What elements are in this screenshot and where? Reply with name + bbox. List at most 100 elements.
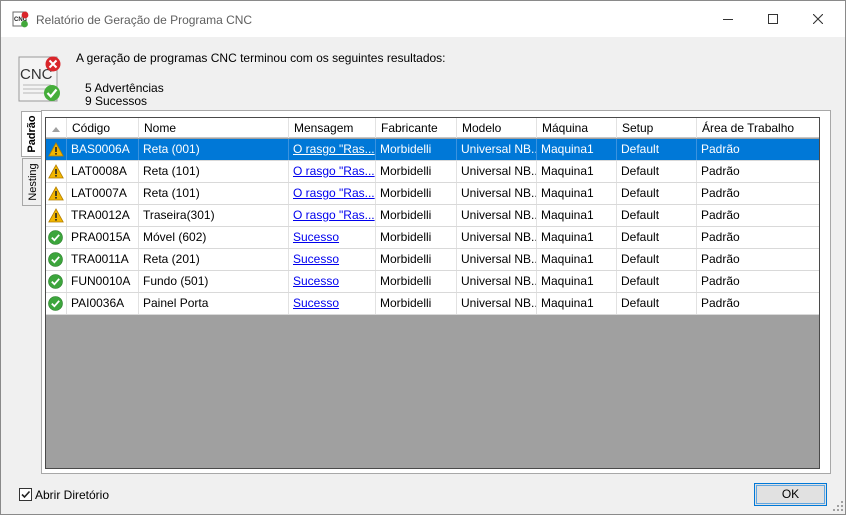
open-directory-label[interactable]: Abrir Diretório xyxy=(35,488,109,502)
minimize-icon xyxy=(723,19,733,20)
table-row[interactable]: LAT0008A Reta (101) O rasgo "Ras... Morbide… xyxy=(46,161,819,183)
cell-mensagem-link[interactable]: O rasgo "Ras... xyxy=(289,161,376,182)
sort-column-header[interactable] xyxy=(46,118,67,138)
message-link[interactable]: Sucesso xyxy=(293,230,339,244)
cell-maquina: Maquina1 xyxy=(537,183,617,204)
tab-padrao[interactable]: Padrão xyxy=(21,111,42,157)
column-header-fabricante[interactable]: Fabricante xyxy=(376,118,457,138)
grid-header: Código Nome Mensagem Fabricante Modelo M… xyxy=(46,118,819,138)
cell-mensagem-link[interactable]: Sucesso xyxy=(289,249,376,270)
cell-codigo: LAT0008A xyxy=(67,161,139,182)
cell-nome: Traseira(301) xyxy=(139,205,289,226)
title-bar[interactable]: CNC Relatório de Geração de Programa CNC xyxy=(1,1,845,37)
message-link[interactable]: Sucesso xyxy=(293,252,339,266)
column-header-nome[interactable]: Nome xyxy=(139,118,289,138)
cell-fabricante: Morbidelli xyxy=(376,161,457,182)
checkmark-icon xyxy=(21,490,31,499)
message-link[interactable]: O rasgo "Ras... xyxy=(293,208,375,222)
warnings-count: 5 Advertências xyxy=(85,81,164,95)
cell-maquina: Maquina1 xyxy=(537,293,617,314)
table-row[interactable]: PRA0015A Móvel (602) Sucesso Morbidelli Univ… xyxy=(46,227,819,249)
cell-fabricante: Morbidelli xyxy=(376,139,457,160)
cell-mensagem-link[interactable]: Sucesso xyxy=(289,293,376,314)
cnc-app-icon: CNC xyxy=(12,11,29,28)
cell-nome: Reta (101) xyxy=(139,183,289,204)
cell-fabricante: Morbidelli xyxy=(376,183,457,204)
ok-button[interactable]: OK xyxy=(754,483,827,506)
cell-mensagem-link[interactable]: Sucesso xyxy=(289,227,376,248)
close-icon xyxy=(813,14,823,24)
cell-setup: Default xyxy=(617,271,697,292)
maximize-icon xyxy=(768,14,778,24)
cell-setup: Default xyxy=(617,139,697,160)
cell-area: Padrão xyxy=(701,230,740,244)
column-header-area-de-trabalho[interactable]: Área de Trabalho xyxy=(697,118,819,138)
close-button[interactable] xyxy=(795,1,841,37)
cell-mensagem-link[interactable]: O rasgo "Ras... xyxy=(289,183,376,204)
column-header-maquina[interactable]: Máquina xyxy=(537,118,617,138)
window-title: Relatório de Geração de Programa CNC xyxy=(36,13,253,27)
cell-fabricante: Morbidelli xyxy=(376,227,457,248)
cell-setup: Default xyxy=(617,249,697,270)
message-link[interactable]: Sucesso xyxy=(293,274,339,288)
cell-area: Padrão xyxy=(701,142,740,156)
summary-text: A geração de programas CNC terminou com … xyxy=(76,51,446,65)
column-header-modelo[interactable]: Modelo xyxy=(457,118,537,138)
cell-setup: Default xyxy=(617,293,697,314)
warning-icon xyxy=(46,205,67,226)
cell-maquina: Maquina1 xyxy=(537,205,617,226)
cell-nome: Reta (001) xyxy=(139,139,289,160)
cell-nome: Painel Porta xyxy=(139,293,289,314)
report-window: CNC Relatório de Geração de Programa CNC… xyxy=(0,0,846,515)
table-row[interactable]: FUN0010A Fundo (501) Sucesso Morbidelli Univ… xyxy=(46,271,819,293)
cell-area: Padrão xyxy=(701,274,740,288)
cell-codigo: PRA0015A xyxy=(67,227,139,248)
cell-modelo: Universal NB... xyxy=(457,205,537,226)
message-link[interactable]: O rasgo "Ras... xyxy=(293,164,375,178)
column-header-codigo[interactable]: Código xyxy=(67,118,139,138)
cell-setup: Default xyxy=(617,205,697,226)
cell-setup: Default xyxy=(617,183,697,204)
cell-maquina: Maquina1 xyxy=(537,249,617,270)
minimize-button[interactable] xyxy=(705,1,751,37)
resize-grip-icon[interactable] xyxy=(833,501,844,512)
maximize-button[interactable] xyxy=(750,1,796,37)
cell-area: Padrão xyxy=(701,296,740,310)
table-row[interactable]: LAT0007A Reta (101) O rasgo "Ras... Morbide… xyxy=(46,183,819,205)
cell-fabricante: Morbidelli xyxy=(376,205,457,226)
cell-fabricante: Morbidelli xyxy=(376,293,457,314)
cell-area: Padrão xyxy=(701,208,740,222)
cell-area: Padrão xyxy=(701,252,740,266)
cell-codigo: BAS0006A xyxy=(67,139,139,160)
cell-nome: Reta (201) xyxy=(139,249,289,270)
cell-nome: Fundo (501) xyxy=(139,271,289,292)
column-header-mensagem[interactable]: Mensagem xyxy=(289,118,376,138)
warning-icon xyxy=(46,139,67,160)
success-icon xyxy=(46,227,67,248)
open-directory-checkbox[interactable] xyxy=(19,488,32,501)
success-count: 9 Sucessos xyxy=(85,94,148,108)
table-row[interactable]: BAS0006A Reta (001) O rasgo "Ras... Morbide… xyxy=(46,139,819,161)
success-icon xyxy=(46,271,67,292)
column-header-setup[interactable]: Setup xyxy=(617,118,697,138)
cell-setup: Default xyxy=(617,227,697,248)
cell-area: Padrão xyxy=(701,164,740,178)
tab-nesting[interactable]: Nesting xyxy=(22,158,43,206)
message-link[interactable]: Sucesso xyxy=(293,296,339,310)
message-link[interactable]: O rasgo "Ras... xyxy=(293,142,375,156)
table-row[interactable]: TRA0011A Reta (201) Sucesso Morbidelli Unive… xyxy=(46,249,819,271)
cell-mensagem-link[interactable]: O rasgo "Ras... xyxy=(289,205,376,226)
cell-nome: Reta (101) xyxy=(139,161,289,182)
table-row[interactable]: TRA0012A Traseira(301) O rasgo "Ras... Morb… xyxy=(46,205,819,227)
cell-modelo: Universal NB... xyxy=(457,271,537,292)
cell-mensagem-link[interactable]: O rasgo "Ras... xyxy=(289,139,376,160)
cell-modelo: Universal NB... xyxy=(457,161,537,182)
message-link[interactable]: O rasgo "Ras... xyxy=(293,186,375,200)
tab-nesting-label: Nesting xyxy=(27,163,39,201)
success-icon xyxy=(46,249,67,270)
cell-maquina: Maquina1 xyxy=(537,271,617,292)
results-grid[interactable]: Código Nome Mensagem Fabricante Modelo M… xyxy=(45,117,820,469)
cell-modelo: Universal NB... xyxy=(457,183,537,204)
cell-mensagem-link[interactable]: Sucesso xyxy=(289,271,376,292)
table-row[interactable]: PAI0036A Painel Porta Sucesso Morbidelli Uni… xyxy=(46,293,819,315)
